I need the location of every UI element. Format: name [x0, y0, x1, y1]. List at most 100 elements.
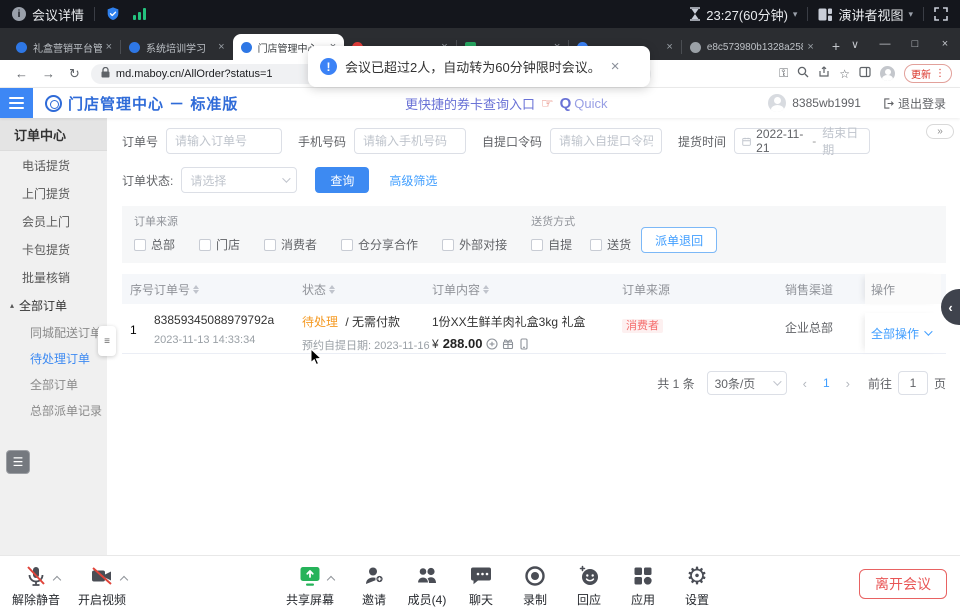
chevron-up-icon[interactable] [120, 576, 128, 584]
sidebar-item-member-visit[interactable]: 会员上门 [0, 207, 107, 235]
members-button[interactable]: 成员(4) [397, 563, 457, 608]
menu-toggle-button[interactable] [0, 88, 33, 118]
order-no-input[interactable] [166, 128, 282, 154]
sort-icon[interactable] [483, 285, 489, 294]
goto-page-input[interactable] [898, 371, 928, 395]
page-size-select[interactable]: 30条/页 [707, 371, 787, 395]
tab-search-icon[interactable]: ∨ [840, 38, 870, 51]
start-video-button[interactable]: 开启视频 [72, 563, 132, 608]
reload-button[interactable]: ↻ [69, 66, 80, 82]
password-key-icon[interactable]: ⚿ [779, 66, 788, 81]
sidebar-item-phone-pickup[interactable]: 电话提货 [0, 151, 107, 179]
window-minimize-button[interactable]: — [870, 38, 900, 50]
col-order-no[interactable]: 订单号 [154, 274, 302, 304]
search-button[interactable]: 查询 [315, 167, 369, 193]
sidebar-sub-city-delivery[interactable]: 同城配送订单 [0, 319, 107, 345]
checkbox-icon[interactable] [134, 239, 146, 251]
phone-input[interactable] [354, 128, 466, 154]
new-tab-button[interactable]: + [832, 38, 840, 54]
sidebar-item-all-orders-parent[interactable]: ▴ 全部订单 [0, 291, 107, 319]
checkbox-self-pickup[interactable]: 自提 [531, 236, 572, 253]
apps-button[interactable]: 应用 [613, 563, 673, 608]
view-mode-label[interactable]: 演讲者视图 [838, 5, 903, 24]
browser-tab[interactable]: 礼盒营销平台管理中心 × [8, 34, 120, 60]
tab-close-icon[interactable]: × [666, 41, 672, 53]
toast-close-icon[interactable]: × [611, 58, 620, 75]
sidebar-sub-hq-dispatch[interactable]: 总部派单记录 [0, 397, 107, 423]
order-status-select[interactable]: 请选择 [181, 167, 297, 193]
advanced-filter-link[interactable]: 高级筛选 [389, 172, 437, 189]
current-page[interactable]: 1 [823, 376, 830, 390]
browser-tab[interactable]: e8c573980b1328a258fd2e6... × [682, 34, 822, 60]
settings-button[interactable]: ⚙ 设置 [667, 563, 727, 608]
tab-close-icon[interactable]: × [106, 41, 112, 53]
share-screen-button[interactable]: 共享屏幕 [280, 563, 340, 608]
coupon-icon[interactable] [486, 338, 498, 350]
forward-button[interactable]: → [42, 66, 55, 81]
sidebar-item-batch-verify[interactable]: 批量核销 [0, 263, 107, 291]
checkbox-source-consumer[interactable]: 消费者 [264, 236, 317, 253]
view-mode-caret-icon[interactable]: ▾ [908, 9, 913, 20]
next-page-button[interactable]: › [846, 376, 850, 391]
phone-icon[interactable] [518, 338, 530, 350]
chevron-up-icon[interactable] [53, 576, 61, 584]
checkbox-source-external[interactable]: 外部对接 [442, 236, 507, 253]
meeting-details-label[interactable]: 会议详情 [32, 5, 84, 24]
date-range-input[interactable]: 2022-11-21 - 结束日期 [734, 128, 870, 154]
sort-icon[interactable] [329, 285, 335, 294]
invite-button[interactable]: 邀请 [344, 563, 404, 608]
prev-page-button[interactable]: ‹ [803, 376, 807, 391]
browser-tab[interactable]: 系统培训学习 × [121, 34, 233, 60]
security-shield-icon[interactable] [105, 6, 121, 22]
side-panel-icon[interactable] [859, 66, 871, 81]
reactions-button[interactable]: 回应 [559, 563, 619, 608]
record-button[interactable]: 录制 [505, 563, 565, 608]
checkbox-delivery[interactable]: 送货 [590, 236, 631, 253]
meeting-info-icon[interactable]: i [12, 7, 26, 21]
checkbox-icon[interactable] [531, 239, 543, 251]
col-status[interactable]: 状态 [302, 274, 432, 304]
window-close-button[interactable]: × [930, 38, 960, 50]
sidebar-sub-all-orders[interactable]: 全部订单 [0, 371, 107, 397]
fullscreen-icon[interactable] [934, 7, 948, 21]
browser-profile-avatar[interactable] [880, 66, 895, 81]
unmute-button[interactable]: 解除静音 [6, 563, 66, 608]
checkbox-icon[interactable] [341, 239, 353, 251]
back-button[interactable]: ← [15, 66, 28, 81]
sidebar-sub-pending-orders[interactable]: 待处理订单 [0, 345, 107, 371]
col-content[interactable]: 订单内容 [432, 274, 622, 304]
checkbox-icon[interactable] [590, 239, 602, 251]
pickup-code-input[interactable] [550, 128, 662, 154]
sidebar-item-door-pickup[interactable]: 上门提货 [0, 179, 107, 207]
sidebar-item-card-pickup[interactable]: 卡包提货 [0, 235, 107, 263]
checkbox-source-hq[interactable]: 总部 [134, 236, 175, 253]
quick-label[interactable]: Quick [574, 96, 607, 111]
network-signal-icon[interactable] [133, 8, 146, 20]
sidebar-collapse-handle[interactable]: ≡ [98, 326, 116, 356]
chevron-up-icon[interactable] [327, 576, 335, 584]
tab-close-icon[interactable]: × [218, 41, 224, 53]
share-icon[interactable] [818, 66, 830, 81]
user-avatar[interactable] [768, 94, 786, 112]
quick-entry-link[interactable]: 更快捷的券卡查询入口 [405, 94, 535, 113]
all-actions-dropdown[interactable]: 全部操作 [871, 325, 930, 342]
gift-icon[interactable] [502, 338, 514, 350]
leave-meeting-button[interactable]: 离开会议 [859, 569, 947, 599]
chat-button[interactable]: 聊天 [451, 563, 511, 608]
tab-close-icon[interactable]: × [807, 41, 813, 53]
checkbox-icon[interactable] [442, 239, 454, 251]
bookmark-star-icon[interactable]: ☆ [839, 67, 850, 81]
window-maximize-button[interactable]: □ [900, 38, 930, 50]
order-no[interactable]: 83859345088979792a [154, 313, 302, 327]
collapse-filters-button[interactable]: » [926, 124, 954, 139]
browser-update-button[interactable]: 更新 ⋮ [904, 64, 952, 83]
dispatch-return-button[interactable]: 派单退回 [641, 227, 717, 253]
timer-caret-icon[interactable]: ▾ [793, 9, 798, 20]
browser-menu-icon[interactable]: ⋮ [935, 68, 945, 79]
checkbox-source-share-coop[interactable]: 仓分享合作 [341, 236, 418, 253]
floating-menu-button[interactable]: ☰ [6, 450, 30, 474]
checkbox-icon[interactable] [264, 239, 276, 251]
quick-search-icon[interactable]: Q [560, 95, 572, 112]
zoom-icon[interactable] [797, 66, 809, 81]
logout-button[interactable]: 退出登录 [883, 95, 946, 112]
